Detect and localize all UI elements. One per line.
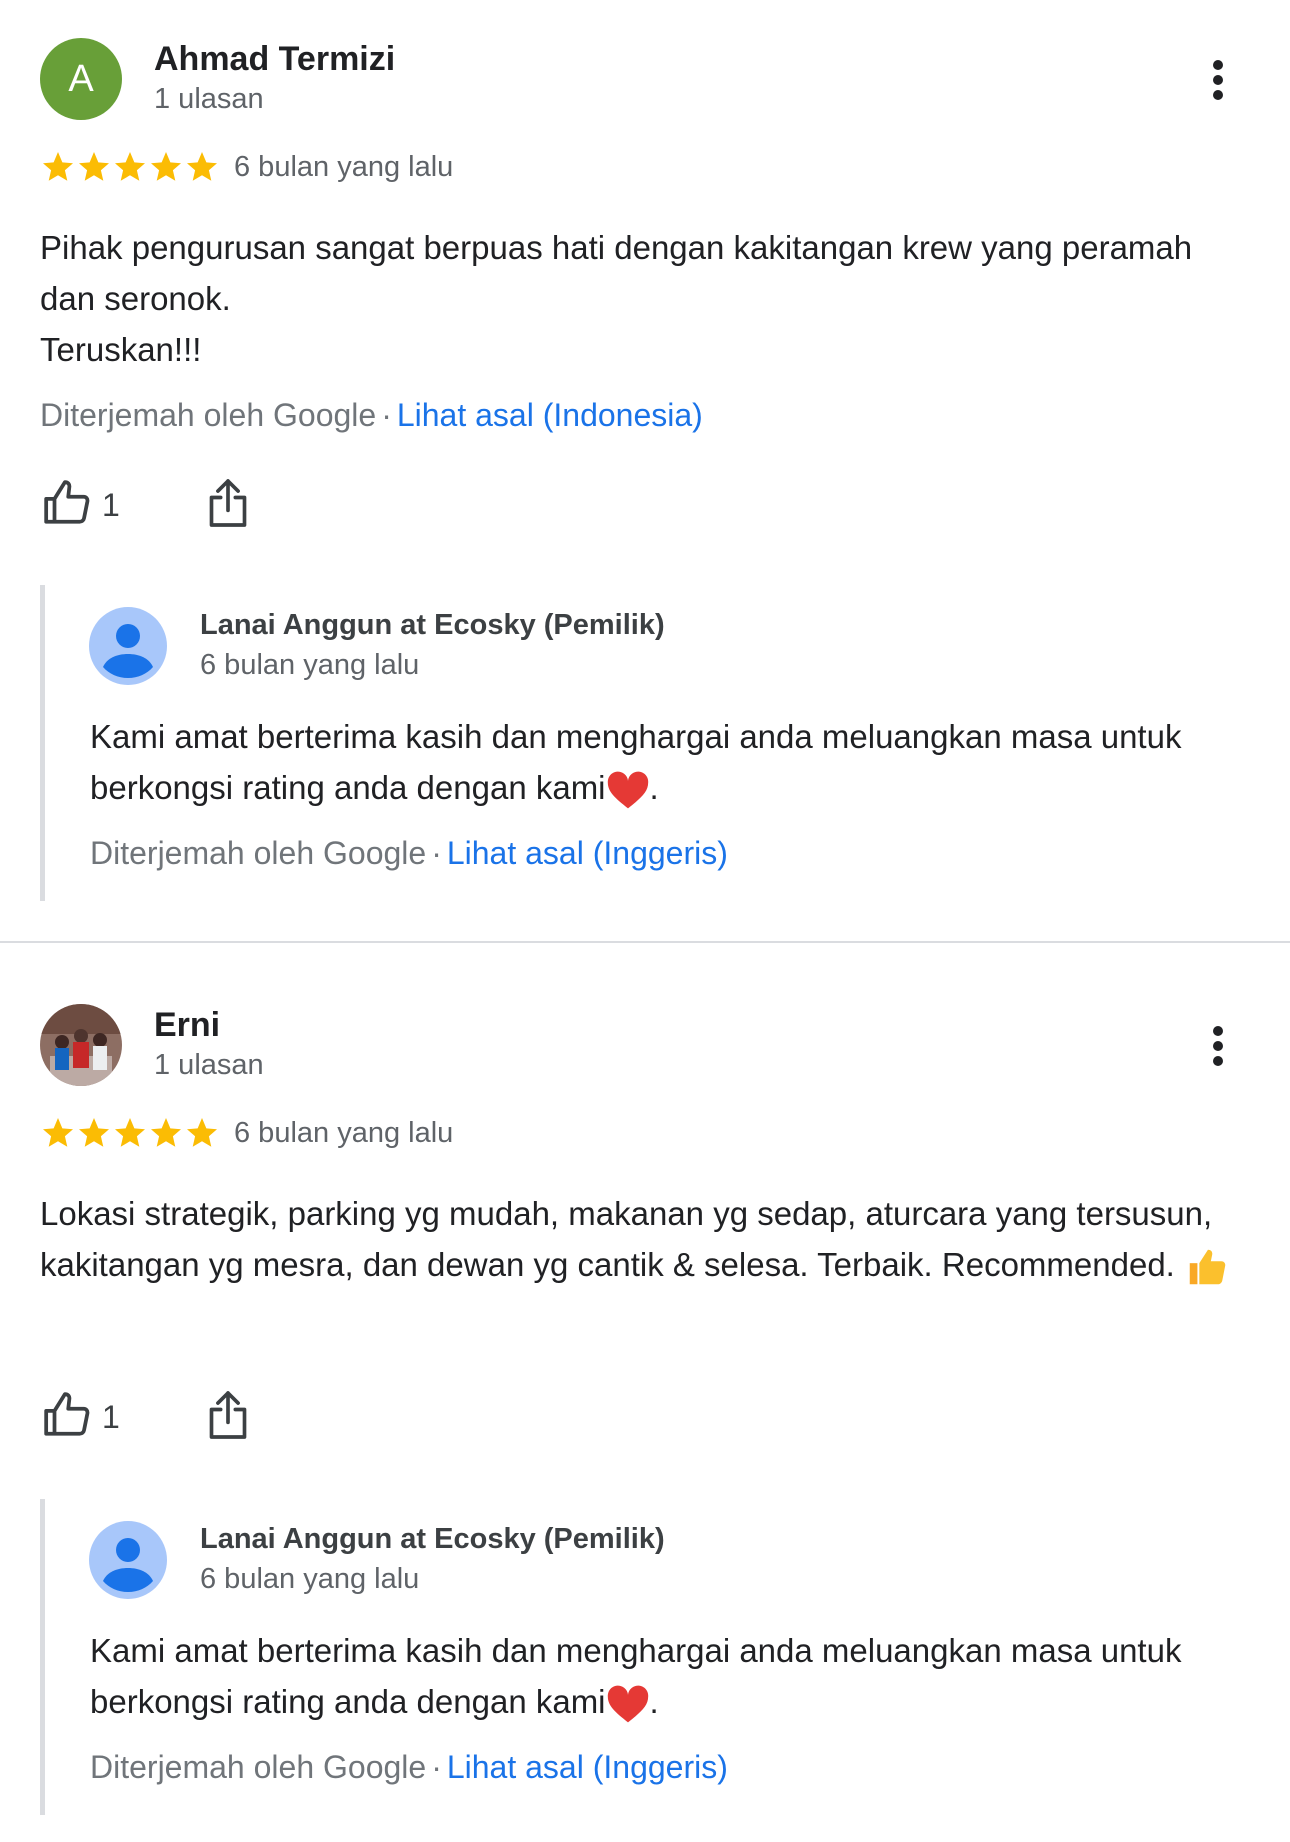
- see-original-link[interactable]: Lihat asal (Indonesia): [397, 397, 703, 433]
- separator: ·: [381, 397, 392, 433]
- review-text: Lokasi strategik, parking yg mudah, maka…: [40, 1188, 1230, 1290]
- owner-reply-text: Kami amat berterima kasih dan menghargai…: [90, 711, 1240, 813]
- translation-note: Diterjemah oleh Google · Lihat asal (Ingge…: [90, 1749, 728, 1786]
- reviewer-name[interactable]: Erni: [154, 1006, 220, 1045]
- more-dot-icon: [1213, 1041, 1223, 1051]
- owner-reply-text: Kami amat berterima kasih dan menghargai…: [90, 1625, 1240, 1727]
- more-dot-icon: [1213, 90, 1223, 100]
- more-options-button[interactable]: [1200, 1022, 1236, 1070]
- review-text-line: Pihak pengurusan sangat berpuas hati den…: [40, 229, 1193, 317]
- owner-avatar-icon[interactable]: [89, 1521, 167, 1599]
- share-icon: [209, 479, 247, 527]
- review-card: Erni 1 ulasan 6 bulan yang lalu Lokasi s…: [0, 966, 1290, 1842]
- review-card: A Ahmad Termizi 1 ulasan 6 bulan yang la…: [0, 0, 1290, 941]
- more-dot-icon: [1213, 1026, 1223, 1036]
- more-options-button[interactable]: [1200, 56, 1236, 104]
- translation-note: Diterjemah oleh Google · Lihat asal (Indon…: [40, 397, 703, 434]
- translation-note: Diterjemah oleh Google · Lihat asal (Ingge…: [90, 835, 728, 872]
- translated-by-label: Diterjemah oleh Google: [90, 1749, 427, 1785]
- separator: ·: [431, 835, 442, 871]
- red-heart-icon: [607, 771, 648, 809]
- like-button[interactable]: [42, 478, 92, 528]
- thumbs-up-icon: [44, 480, 90, 524]
- reviewer-review-count: 1 ulasan: [154, 83, 264, 115]
- translated-by-label: Diterjemah oleh Google: [90, 835, 427, 871]
- divider: [0, 941, 1290, 943]
- share-button[interactable]: [206, 477, 250, 529]
- like-count: 1: [102, 1399, 120, 1435]
- avatar[interactable]: A: [40, 38, 122, 120]
- translated-by-label: Diterjemah oleh Google: [40, 397, 377, 433]
- like-button[interactable]: [42, 1390, 92, 1440]
- review-text: Pihak pengurusan sangat berpuas hati den…: [40, 222, 1230, 375]
- review-date: 6 bulan yang lalu: [234, 1117, 454, 1149]
- see-original-link[interactable]: Lihat asal (Inggeris): [447, 835, 728, 871]
- stars-icon: [43, 1118, 217, 1147]
- review-text-line: Teruskan!!!: [40, 331, 202, 368]
- red-heart-icon: [607, 1685, 648, 1723]
- more-dot-icon: [1213, 75, 1223, 85]
- owner-avatar-icon[interactable]: [89, 607, 167, 685]
- share-icon: [209, 1391, 247, 1439]
- separator: ·: [431, 1749, 442, 1785]
- owner-name[interactable]: Lanai Anggun at Ecosky (Pemilik): [200, 1523, 665, 1556]
- thumbs-up-emoji-icon: [1189, 1250, 1226, 1285]
- owner-reply-date: 6 bulan yang lalu: [200, 1563, 420, 1595]
- avatar[interactable]: [40, 1004, 122, 1086]
- owner-response: Lanai Anggun at Ecosky (Pemilik) 6 bulan…: [40, 585, 1265, 901]
- more-dot-icon: [1213, 1056, 1223, 1066]
- owner-name[interactable]: Lanai Anggun at Ecosky (Pemilik): [200, 609, 665, 642]
- star-rating: [40, 149, 220, 185]
- owner-reply-date: 6 bulan yang lalu: [200, 649, 420, 681]
- stars-icon: [43, 152, 217, 181]
- reviewer-review-count: 1 ulasan: [154, 1049, 264, 1081]
- like-count: 1: [102, 487, 120, 523]
- star-rating: [40, 1115, 220, 1151]
- more-dot-icon: [1213, 60, 1223, 70]
- owner-response: Lanai Anggun at Ecosky (Pemilik) 6 bulan…: [40, 1499, 1265, 1815]
- reviewer-name[interactable]: Ahmad Termizi: [154, 40, 395, 79]
- see-original-link[interactable]: Lihat asal (Inggeris): [447, 1749, 728, 1785]
- share-button[interactable]: [206, 1389, 250, 1441]
- review-date: 6 bulan yang lalu: [234, 151, 454, 183]
- thumbs-up-icon: [44, 1392, 90, 1436]
- profile-photo-icon: [40, 1004, 122, 1086]
